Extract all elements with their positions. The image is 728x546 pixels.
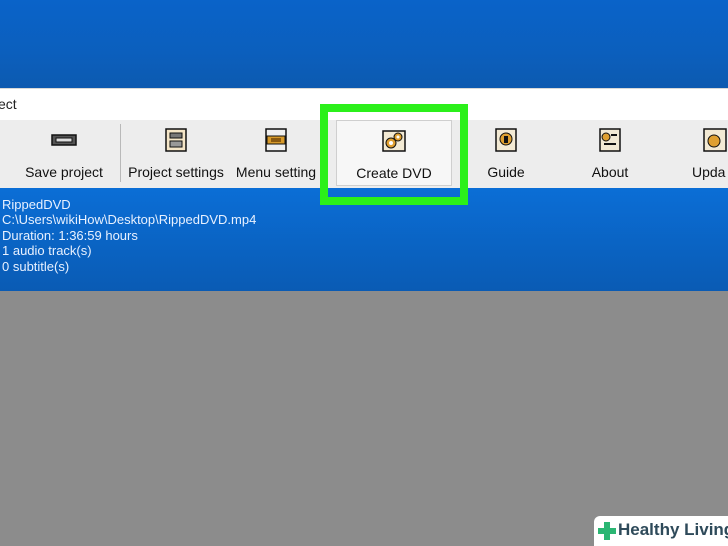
plus-logo-icon bbox=[598, 522, 616, 540]
guide-label: Guide bbox=[487, 164, 525, 180]
update-icon bbox=[703, 128, 727, 152]
dvd-drive-icon bbox=[51, 134, 77, 146]
watermark-text: Healthy Living bbox=[618, 520, 728, 539]
project-path: C:\Users\wikiHow\Desktop\RippedDVD.mp4 bbox=[2, 212, 257, 227]
menu-settings-label: Menu setting bbox=[235, 164, 317, 180]
highlight-box bbox=[320, 104, 468, 205]
window-title: ect bbox=[0, 96, 17, 112]
project-settings-icon bbox=[165, 128, 187, 152]
about-label: About bbox=[591, 164, 629, 180]
menu-settings-icon bbox=[265, 128, 287, 152]
project-settings-button[interactable]: Project settings bbox=[126, 120, 226, 186]
subtitle-count: 0 subtitle(s) bbox=[2, 259, 70, 274]
desktop-background bbox=[0, 0, 728, 88]
save-project-label: Save project bbox=[25, 164, 103, 180]
update-button[interactable]: Upda bbox=[690, 120, 728, 186]
toolbar-separator bbox=[120, 124, 121, 182]
project-name: RippedDVD bbox=[2, 197, 71, 212]
watermark: Healthy Living bbox=[594, 516, 728, 546]
about-button[interactable]: About bbox=[574, 120, 646, 186]
update-label: Upda bbox=[692, 164, 726, 180]
about-icon bbox=[599, 128, 621, 152]
guide-book-icon bbox=[495, 128, 517, 152]
project-duration: Duration: 1:36:59 hours bbox=[2, 228, 138, 243]
audio-track-count: 1 audio track(s) bbox=[2, 243, 92, 258]
menu-settings-button[interactable]: Menu setting bbox=[232, 120, 320, 186]
project-settings-label: Project settings bbox=[128, 164, 224, 180]
save-project-button[interactable]: Save project bbox=[12, 120, 116, 186]
guide-button[interactable]: Guide bbox=[468, 120, 544, 186]
